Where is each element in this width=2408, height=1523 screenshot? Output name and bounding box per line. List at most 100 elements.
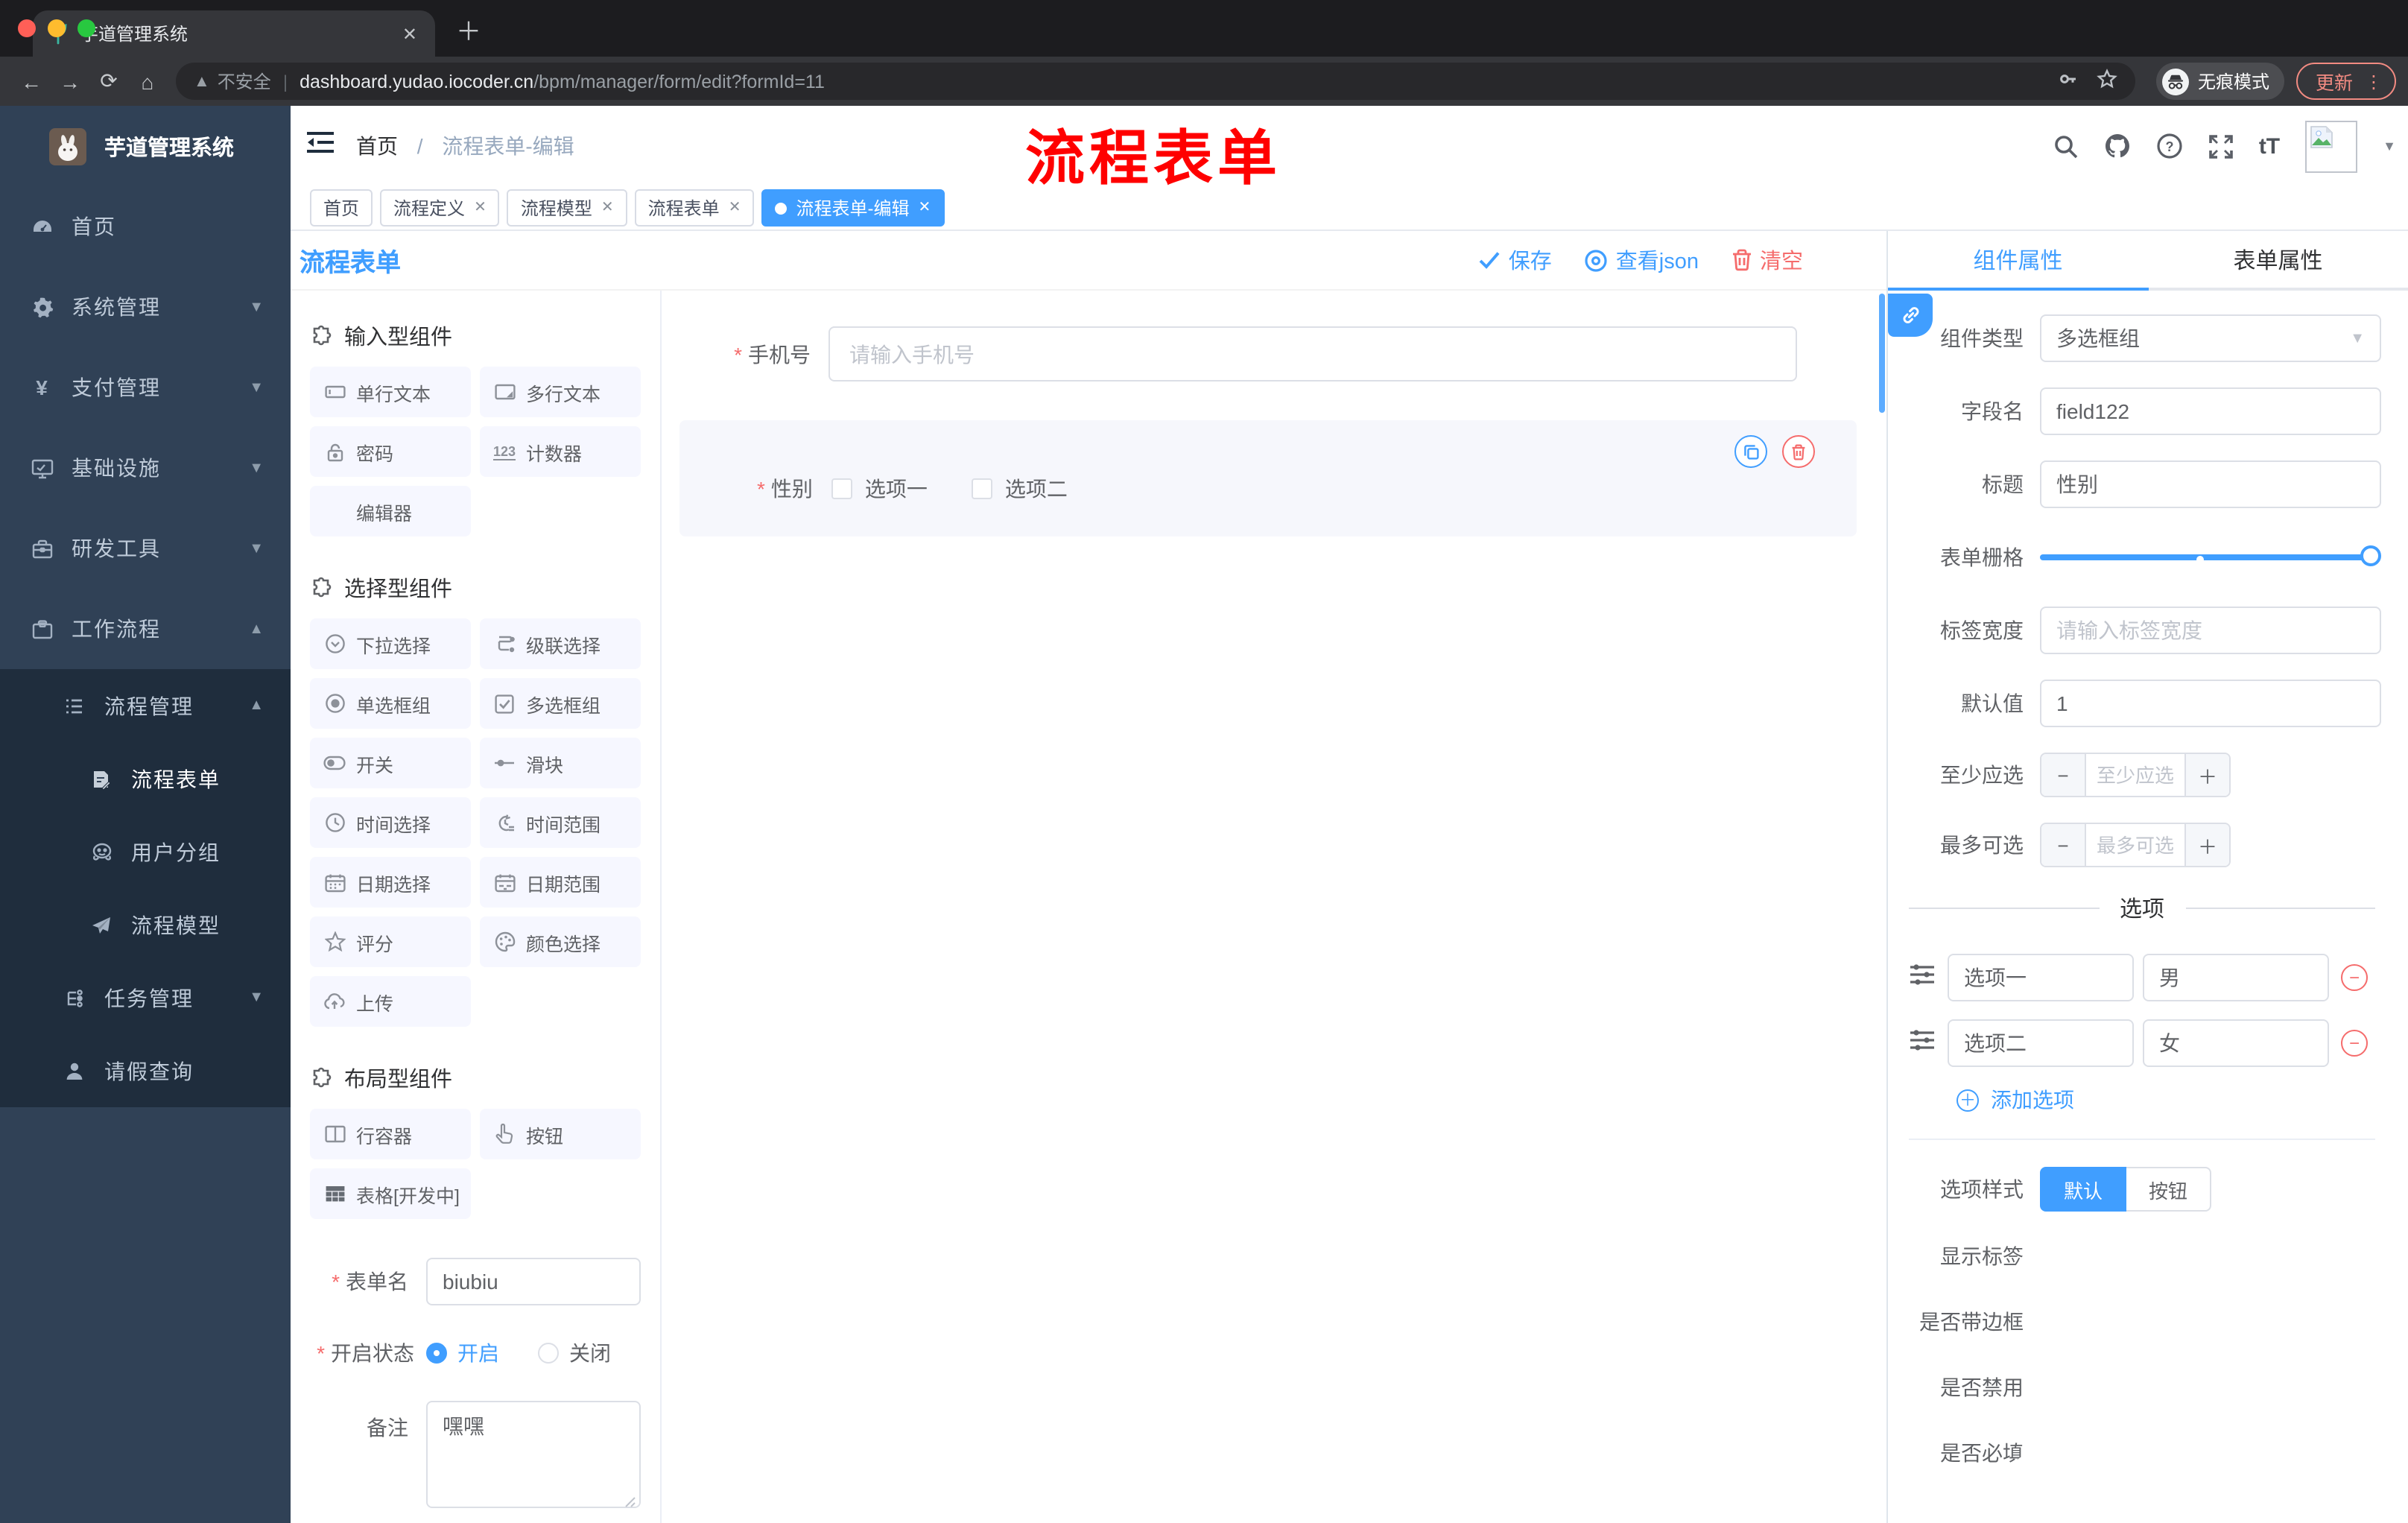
zoom-window-button[interactable] [77,19,95,37]
component-upload[interactable]: 上传 [310,976,471,1027]
fullscreen-icon[interactable] [2208,133,2234,159]
style-default-button[interactable]: 默认 [2040,1167,2127,1212]
form-grid-slider[interactable] [2040,533,2381,581]
component-single-line-text[interactable]: 单行文本 [310,367,471,417]
close-icon[interactable]: ✕ [729,200,741,216]
phone-input[interactable] [828,326,1797,381]
minimize-window-button[interactable] [48,19,66,37]
tag-process-definition[interactable]: 流程定义 ✕ [380,189,500,227]
sidebar-item-infra[interactable]: 基础设施 ▼ [0,428,291,508]
gender-option-2[interactable]: 选项二 [972,474,1068,504]
canvas-field-phone[interactable]: 手机号 [662,326,1886,381]
sidebar-item-user-group[interactable]: 用户分组 [0,815,291,888]
option-value-input[interactable] [2143,954,2329,1001]
option-value-input[interactable] [2143,1019,2329,1067]
title-input[interactable] [2040,460,2381,508]
tag-process-form-edit[interactable]: 流程表单-编辑 ✕ [761,189,945,227]
component-cascader[interactable]: 级联选择 [480,618,641,669]
checkbox-icon[interactable] [972,478,993,499]
component-row-container[interactable]: 行容器 [310,1109,471,1159]
increase-button[interactable]: ＋ [2184,824,2229,866]
component-password[interactable]: 密码 [310,426,471,477]
form-canvas[interactable]: 手机号 性别 选项一 [662,291,1886,1523]
github-icon[interactable] [2104,133,2131,159]
increase-button[interactable]: ＋ [2184,754,2229,796]
max-select-input[interactable] [2086,824,2184,866]
canvas-field-gender-selected[interactable]: 性别 选项一 选项二 [679,420,1857,536]
component-select[interactable]: 下拉选择 [310,618,471,669]
component-slider[interactable]: 滑块 [480,738,641,788]
style-button-button[interactable]: 按钮 [2126,1167,2212,1212]
gender-option-1[interactable]: 选项一 [831,474,928,504]
browser-menu-icon[interactable]: ⋮ [2365,71,2383,92]
copy-component-button[interactable] [1734,435,1767,468]
tag-process-form[interactable]: 流程表单 ✕ [634,189,755,227]
tab-component-props[interactable]: 组件属性 [1888,231,2148,288]
decrease-button[interactable]: − [2041,754,2086,796]
slider-knob[interactable] [2360,545,2381,566]
app-logo-row[interactable]: 芋道管理系统 [0,106,291,186]
breadcrumb-home[interactable]: 首页 [356,134,398,158]
slider-track[interactable] [2040,554,2372,560]
add-option-button[interactable]: ＋ 添加选项 [1956,1085,2381,1115]
component-counter[interactable]: 123 计数器 [480,426,641,477]
component-button[interactable]: 按钮 [480,1109,641,1159]
sidebar-item-workflow[interactable]: 工作流程 ▲ [0,589,291,669]
sidebar-item-home[interactable]: 首页 [0,186,291,267]
close-icon[interactable]: ✕ [601,200,614,216]
option-label-input[interactable] [1948,954,2134,1001]
component-switch[interactable]: 开关 [310,738,471,788]
default-value-input[interactable] [2040,680,2381,727]
component-time-range[interactable]: 时间范围 [480,797,641,848]
view-json-button[interactable]: 查看json [1585,244,1699,276]
sidebar-item-process-model[interactable]: 流程模型 [0,888,291,961]
component-time-picker[interactable]: 时间选择 [310,797,471,848]
sidebar-item-payment[interactable]: ¥ 支付管理 ▼ [0,347,291,428]
sidebar-item-leave-query[interactable]: 请假查询 [0,1034,291,1107]
tab-close-icon[interactable]: ✕ [399,23,420,44]
component-multi-line-text[interactable]: 多行文本 [480,367,641,417]
avatar-caret-icon[interactable]: ▼ [2383,139,2396,153]
component-table[interactable]: 表格[开发中] [310,1168,471,1219]
help-icon[interactable]: ? [2156,133,2183,159]
option-label-input[interactable] [1948,1019,2134,1067]
component-type-select[interactable]: 多选框组 ▼ [2040,314,2381,362]
sidebar-item-devtools[interactable]: 研发工具 ▼ [0,508,291,589]
component-radio-group[interactable]: 单选框组 [310,678,471,729]
close-icon[interactable]: ✕ [474,200,487,216]
sidebar-fold-icon[interactable] [305,130,338,162]
address-bar[interactable]: ▲ 不安全 | dashboard.yudao.iocoder.cn /bpm/… [176,63,2135,100]
checkbox-icon[interactable] [831,478,853,499]
sidebar-item-process-mgmt[interactable]: 流程管理 ▲ [0,669,291,742]
font-size-icon[interactable]: tT [2259,133,2280,159]
password-key-icon[interactable] [2058,69,2079,94]
min-select-input[interactable] [2086,754,2184,796]
save-button[interactable]: 保存 [1479,244,1552,276]
close-window-button[interactable] [18,19,36,37]
bookmark-star-icon[interactable] [2097,69,2117,94]
drag-handle-icon[interactable] [1909,1028,1936,1059]
tag-home[interactable]: 首页 [310,189,373,227]
component-color-picker[interactable]: 颜色选择 [480,916,641,967]
remove-option-button[interactable]: − [2341,1030,2368,1057]
close-icon[interactable]: ✕ [918,200,931,216]
form-remark-textarea[interactable]: 嘿嘿 [426,1401,641,1508]
component-date-picker[interactable]: 日期选择 [310,857,471,908]
field-name-input[interactable] [2040,387,2381,435]
tab-form-props[interactable]: 表单属性 [2148,231,2408,288]
status-off-radio[interactable]: 关闭 [538,1338,611,1368]
search-icon[interactable] [2053,133,2079,159]
form-name-input[interactable] [426,1258,641,1305]
status-on-radio[interactable]: 开启 [426,1338,499,1368]
sidebar-item-process-form[interactable]: 流程表单 [0,742,291,815]
clear-button[interactable]: 清空 [1731,244,1803,276]
update-button[interactable]: 更新 ⋮ [2295,63,2396,100]
component-rate[interactable]: 评分 [310,916,471,967]
remove-option-button[interactable]: − [2341,964,2368,991]
sidebar-item-system[interactable]: 系统管理 ▼ [0,267,291,347]
resize-grip[interactable] [624,1496,636,1508]
component-date-range[interactable]: 日期范围 [480,857,641,908]
delete-component-button[interactable] [1782,435,1815,468]
tag-process-model[interactable]: 流程模型 ✕ [507,189,627,227]
home-button[interactable]: ⌂ [128,69,167,93]
